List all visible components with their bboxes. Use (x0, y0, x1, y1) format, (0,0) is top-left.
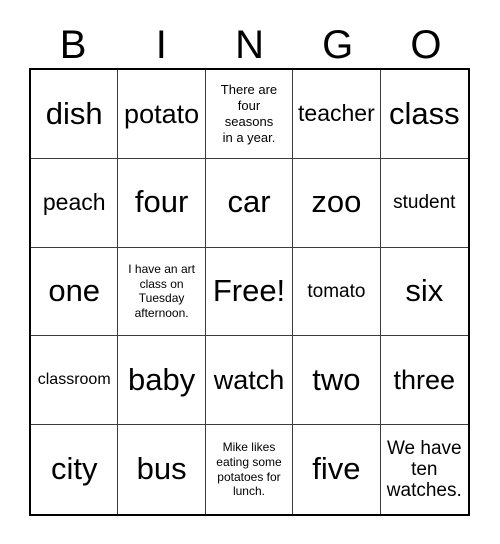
bingo-cell-label: six (405, 273, 444, 309)
bingo-cell-label: two (312, 361, 361, 397)
bingo-cell-label: three (393, 365, 456, 396)
header-letter-o: O (410, 23, 442, 67)
bingo-cell[interactable]: We have ten watches. (380, 425, 468, 514)
bingo-cell[interactable]: class (380, 70, 468, 159)
bingo-cell[interactable]: There are four seasons in a year. (205, 70, 294, 159)
bingo-cell[interactable]: teacher (293, 70, 381, 159)
header-letter-n: N (235, 23, 264, 67)
bingo-cell-label: city (50, 451, 98, 487)
bingo-cell-label: five (312, 451, 361, 487)
bingo-grid: dish potato There are four seasons in a ye… (29, 68, 470, 516)
bingo-cell-label: four (134, 184, 189, 220)
bingo-cell[interactable]: bus (118, 425, 206, 514)
bingo-cell-label: Free! (212, 273, 286, 309)
bingo-cell[interactable]: watch (205, 336, 294, 426)
bingo-cell[interactable]: peach (31, 158, 119, 248)
bingo-cell[interactable]: one (31, 247, 119, 337)
bingo-cell-label: There are four seasons in a year. (220, 82, 278, 145)
bingo-cell-label: I have an art class on Tuesday afternoon… (128, 262, 195, 321)
bingo-cell[interactable]: student (380, 158, 468, 248)
bingo-cell[interactable]: potato (118, 70, 206, 159)
bingo-cell[interactable]: four (118, 158, 206, 248)
bingo-cell-label: peach (42, 188, 106, 215)
bingo-cell[interactable]: five (293, 425, 381, 514)
bingo-cell-label: Mike likes eating some potatoes for lunc… (216, 440, 282, 499)
bingo-cell-label: baby (127, 361, 196, 397)
bingo-cell[interactable]: Mike likes eating some potatoes for lunc… (205, 425, 294, 514)
bingo-cell-label: student (393, 192, 456, 214)
bingo-cell[interactable]: zoo (293, 158, 381, 248)
bingo-cell-label: tomato (307, 280, 366, 302)
bingo-cell-label: zoo (311, 184, 362, 220)
bingo-cell[interactable]: three (380, 336, 468, 426)
bingo-cell-label: teacher (298, 100, 375, 127)
bingo-cell[interactable]: baby (118, 336, 206, 426)
bingo-cell[interactable]: tomato (293, 247, 381, 337)
bingo-cell[interactable]: car (205, 158, 294, 248)
bingo-cell-label: bus (136, 451, 187, 487)
bingo-cell[interactable]: six (380, 247, 468, 337)
bingo-card: B I N G O dish potato There are four seaso… (0, 0, 500, 544)
bingo-header: B I N G O (29, 22, 470, 68)
bingo-cell-label: classroom (37, 371, 111, 389)
bingo-cell-label: dish (45, 95, 103, 131)
header-letter-i: I (155, 23, 167, 67)
bingo-cell-label: watch (213, 365, 285, 396)
bingo-cell-label: car (227, 184, 271, 220)
bingo-cell[interactable]: I have an art class on Tuesday afternoon… (118, 247, 206, 337)
bingo-cell-free[interactable]: Free! (205, 247, 294, 337)
header-letter-g: G (322, 23, 354, 67)
bingo-cell-label: class (388, 95, 460, 131)
bingo-cell-label: one (48, 273, 101, 309)
header-letter-b: B (59, 23, 87, 67)
bingo-cell[interactable]: city (31, 425, 119, 514)
bingo-cell-label: potato (124, 98, 200, 129)
bingo-cell[interactable]: two (293, 336, 381, 426)
bingo-cell[interactable]: dish (31, 70, 119, 159)
bingo-cell[interactable]: classroom (31, 336, 119, 426)
bingo-cell-label: We have ten watches. (386, 437, 462, 502)
